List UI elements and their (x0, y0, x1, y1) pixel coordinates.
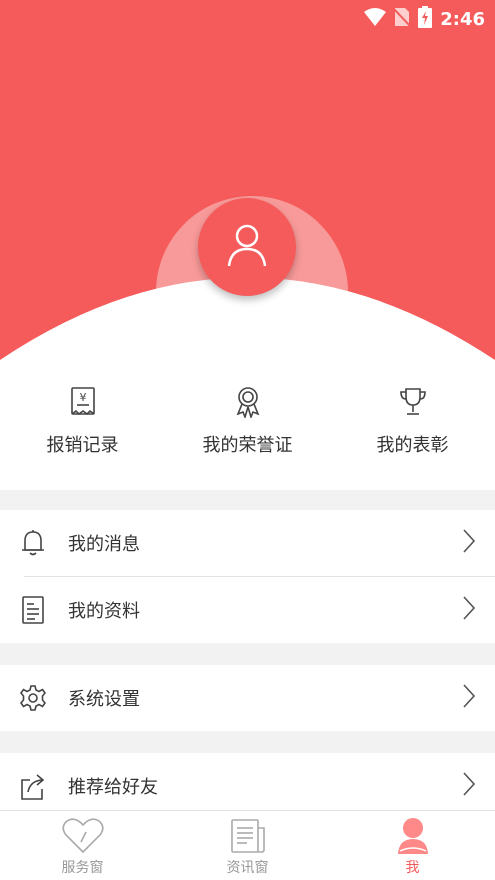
chevron-right-icon (463, 772, 476, 800)
news-icon (226, 817, 270, 855)
person-icon (391, 817, 435, 855)
profile-header: 2:46 ¥ 报销记录 我的荣誉证 我的表彰 (0, 0, 495, 490)
user-icon (227, 223, 267, 271)
menu-item-messages[interactable]: 我的消息 (0, 510, 495, 576)
quick-action-label: 我的荣誉证 (202, 435, 293, 456)
gear-icon (20, 685, 46, 711)
menu-item-label: 系统设置 (68, 689, 140, 710)
wifi-icon (364, 7, 387, 31)
quick-action-reimbursement[interactable]: ¥ 报销记录 (0, 385, 165, 457)
svg-text:¥: ¥ (79, 391, 86, 404)
quick-action-honors[interactable]: 我的荣誉证 (165, 385, 330, 457)
chevron-right-icon (463, 529, 476, 557)
quick-action-label: 报销记录 (46, 435, 119, 456)
avatar[interactable] (198, 198, 296, 296)
tab-label: 我 (405, 860, 420, 876)
status-time: 2:46 (440, 8, 485, 30)
bell-icon (20, 530, 46, 556)
tab-label: 资讯窗 (226, 860, 269, 876)
tab-label: 服务窗 (61, 860, 104, 876)
menu-group-settings: 系统设置 (0, 665, 495, 731)
tab-me[interactable]: 我 (330, 811, 495, 880)
heart-icon (61, 817, 105, 855)
share-icon (20, 773, 46, 800)
medal-icon (231, 385, 265, 419)
quick-action-label: 我的表彰 (376, 435, 449, 456)
chevron-right-icon (463, 596, 476, 624)
quick-actions: ¥ 报销记录 我的荣誉证 我的表彰 (0, 385, 495, 457)
document-icon (20, 596, 46, 624)
status-bar: 2:46 (0, 0, 495, 36)
chevron-right-icon (463, 684, 476, 712)
menu-group-personal: 我的消息 我的资料 (0, 510, 495, 643)
quick-action-commendations[interactable]: 我的表彰 (330, 385, 495, 457)
tab-service[interactable]: 服务窗 (0, 811, 165, 880)
menu-item-label: 推荐给好友 (68, 777, 158, 798)
receipt-icon: ¥ (66, 385, 100, 419)
menu-item-label: 我的资料 (68, 601, 140, 622)
trophy-icon (396, 385, 430, 419)
battery-charging-icon (418, 6, 433, 32)
menu-item-label: 我的消息 (68, 534, 140, 555)
tab-news[interactable]: 资讯窗 (165, 811, 330, 880)
menu-item-profile-info[interactable]: 我的资料 (0, 577, 495, 643)
bottom-nav: 服务窗 资讯窗 我 (0, 810, 495, 880)
menu-item-settings[interactable]: 系统设置 (0, 665, 495, 731)
no-sim-icon (393, 7, 411, 31)
